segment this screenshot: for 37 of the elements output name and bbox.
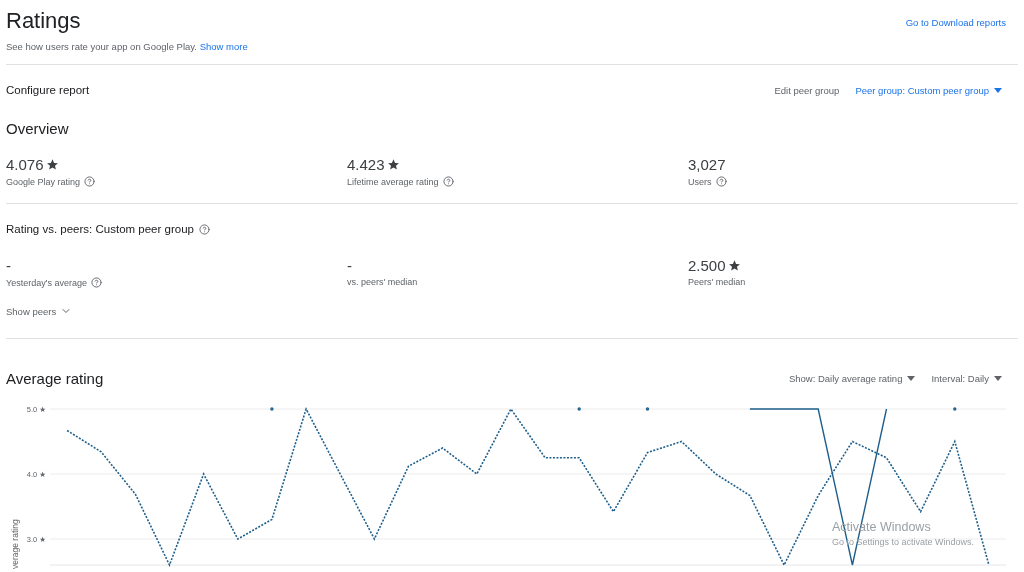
peer-group-dropdown[interactable]: Peer group: Custom peer group	[855, 84, 1002, 96]
metric-value: -	[6, 257, 11, 274]
help-icon[interactable]	[442, 176, 454, 187]
interval-dropdown[interactable]: Interval: Daily	[931, 373, 1002, 384]
help-icon[interactable]	[715, 176, 727, 187]
help-icon[interactable]	[198, 223, 210, 235]
page-subtitle: See how users rate your app on Google Play. Show more	[6, 41, 248, 52]
metric-label: Lifetime average rating	[347, 176, 439, 187]
peers-title: Rating vs. peers: Custom peer group	[6, 223, 194, 235]
show-dropdown[interactable]: Show: Daily average rating	[788, 373, 916, 384]
star-icon	[45, 158, 59, 171]
star-icon	[727, 259, 741, 272]
metric-value: -	[347, 257, 352, 274]
star-icon	[386, 158, 400, 171]
metric-label: vs. peers' median	[347, 277, 418, 287]
caret-icon	[994, 376, 1002, 381]
metric-label: Users	[688, 176, 712, 187]
metric-label: Peers' median	[688, 277, 746, 287]
show-peers-toggle[interactable]: Show peers	[6, 305, 73, 317]
metric-value: 4.423	[347, 156, 385, 173]
caret-icon	[907, 376, 916, 381]
overview-title: Overview	[6, 120, 70, 137]
metric-value: 2.500	[688, 257, 726, 274]
show-more-link[interactable]: Show more	[199, 41, 248, 52]
page-title: Ratings	[6, 8, 82, 34]
metric-label: Yesterday's average	[6, 277, 87, 288]
edit-peer-group-button[interactable]: Edit peer group	[774, 84, 840, 96]
help-icon[interactable]	[84, 176, 96, 187]
metric-value: 3,027	[688, 156, 726, 173]
help-icon[interactable]	[90, 277, 102, 288]
metric-value: 4.076	[6, 156, 44, 173]
download-reports-link[interactable]: Go to Download reports	[905, 17, 1006, 28]
metric-label: Google Play rating	[6, 176, 81, 187]
y-axis-label: verage rating	[10, 519, 20, 569]
caret-icon	[994, 87, 1002, 93]
average-rating-title: Average rating	[6, 370, 104, 387]
configure-report-title: Configure report	[6, 84, 90, 96]
